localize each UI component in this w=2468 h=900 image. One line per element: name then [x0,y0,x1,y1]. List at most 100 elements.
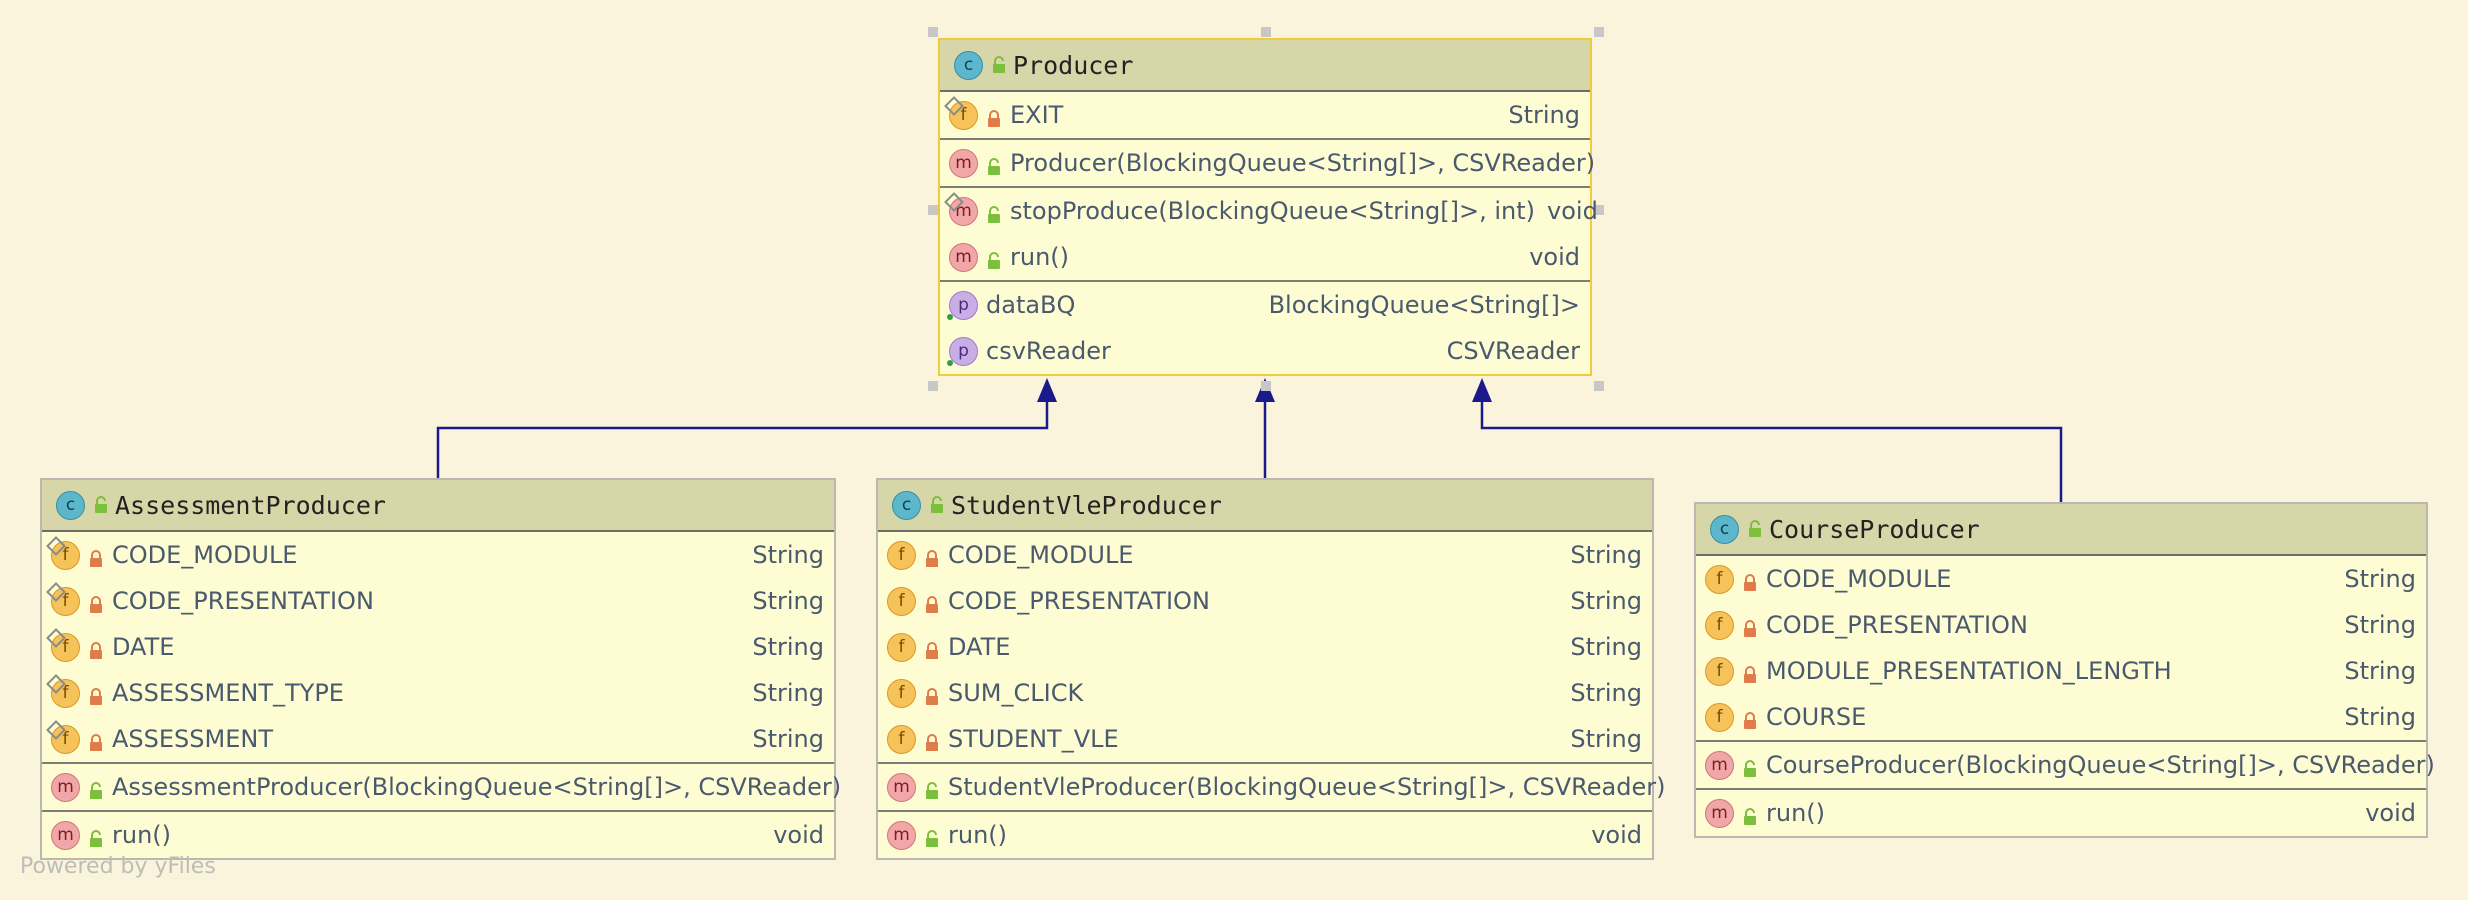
class-header[interactable]: c CourseProducer [1696,504,2426,556]
selection-handle[interactable] [1594,27,1604,37]
field-icon: f [887,586,916,616]
class-assessment-producer[interactable]: c AssessmentProducer f CODE_MODULE String f CO… [40,478,841,860]
selection-handle[interactable] [1261,27,1271,37]
member-name: CODE_MODULE [1766,565,1952,593]
member-name: COURSE [1766,703,1867,731]
member-row[interactable]: f CODE_PRESENTATION String [42,578,834,624]
public-unlock-icon [986,154,1002,175]
static-overlay-icon [46,719,66,740]
member-row[interactable]: m run() void [1696,790,2426,836]
selection-handle[interactable] [928,27,938,37]
member-row[interactable]: m Producer(BlockingQueue<String[]>, CSVRe… [940,140,1595,186]
member-row[interactable]: f CODE_PRESENTATION String [1696,602,2426,648]
member-row[interactable]: p csvReader CSVReader [940,328,1590,374]
member-name: run() [112,821,172,849]
field-icon: f [887,540,916,570]
class-producer[interactable]: c Producer f EXIT String m Producer(BlockingQu… [938,38,1598,376]
member-name: CODE_PRESENTATION [1766,611,2028,639]
private-lock-icon [88,730,104,751]
member-row[interactable]: f CODE_MODULE String [42,532,834,578]
member-name: ASSESSMENT_TYPE [112,679,344,707]
selection-handle[interactable] [1261,381,1271,391]
field-icon: f [1705,656,1734,686]
static-overlay-icon [46,535,66,556]
member-type: String [752,679,824,707]
public-unlock-icon [924,826,940,847]
member-type: void [1529,243,1580,271]
member-row[interactable]: f SUM_CLICK String [878,670,1652,716]
private-lock-icon [88,592,104,613]
edge-assessment-to-producer [436,400,1049,478]
class-course-producer[interactable]: c CourseProducer f CODE_MODULE String f CODE_P… [1694,502,2435,838]
private-lock-icon [924,592,940,613]
class-header[interactable]: c Producer [940,40,1590,92]
method-icon: m [1705,750,1734,780]
member-type: String [1508,101,1580,129]
methods-section: m run() void [878,812,1652,858]
member-row[interactable]: m run() void [878,812,1652,858]
member-row[interactable]: m run() void [42,812,834,858]
member-row[interactable]: f COURSE String [1696,694,2426,740]
class-header[interactable]: c StudentVleProducer [878,480,1652,532]
member-row[interactable]: f ASSESSMENT String [42,716,834,762]
public-unlock-icon [93,496,109,514]
fields-section: f CODE_MODULE String f CODE_PRESENTATION Stri… [878,532,1652,764]
constructors-section: m Producer(BlockingQueue<String[]>, CSVRe… [940,140,1595,188]
method-icon: m [949,148,978,178]
field-icon: f [1705,564,1734,594]
member-name: DATE [112,633,175,661]
watermark: Powered by yFiles [20,854,216,879]
class-name: Producer [1013,50,1134,80]
selection-handle[interactable] [1594,381,1604,391]
selection-handle[interactable] [928,381,938,391]
member-row[interactable]: m StudentVleProducer(BlockingQueue<String… [878,764,1665,810]
field-icon: f [887,632,916,662]
member-row[interactable]: m stopProduce(BlockingQueue<String[]>, in… [940,188,1598,234]
constructors-section: m AssessmentProducer(BlockingQueue<String… [42,764,841,812]
class-header[interactable]: c AssessmentProducer [42,480,834,532]
static-overlay-icon [944,95,964,116]
member-name: csvReader [986,337,1111,365]
member-row[interactable]: f CODE_MODULE String [1696,556,2426,602]
fields-section: f CODE_MODULE String f CODE_PRESENTATION Stri… [1696,556,2426,742]
member-row[interactable]: f EXIT String [940,92,1590,138]
member-row[interactable]: f CODE_MODULE String [878,532,1652,578]
member-name: CourseProducer(BlockingQueue<String[]>, … [1766,751,2435,779]
field-icon: f [887,678,916,708]
class-icon: c [892,490,921,520]
member-row[interactable]: m run() void [940,234,1590,280]
member-row[interactable]: m CourseProducer(BlockingQueue<String[]>,… [1696,742,2435,788]
private-lock-icon [924,638,940,659]
member-row[interactable]: f DATE String [878,624,1652,670]
member-type: String [1570,679,1642,707]
field-icon: f [46,673,80,708]
methods-section: m run() void [42,812,834,858]
method-icon: m [887,820,916,850]
methods-section: m stopProduce(BlockingQueue<String[]>, in… [940,188,1598,282]
method-icon: m [51,820,80,850]
constructors-section: m StudentVleProducer(BlockingQueue<String… [878,764,1665,812]
private-lock-icon [1742,570,1758,591]
field-icon: f [887,724,916,754]
member-type: String [752,725,824,753]
member-row[interactable]: f CODE_PRESENTATION String [878,578,1652,624]
class-name: StudentVleProducer [951,490,1222,520]
public-unlock-icon [88,826,104,847]
member-row[interactable]: f MODULE_PRESENTATION_LENGTH String [1696,648,2426,694]
static-overlay-icon [944,191,964,212]
member-name: run() [1766,799,1826,827]
member-type: void [2365,799,2416,827]
class-studentvle-producer[interactable]: c StudentVleProducer f CODE_MODULE String f CO… [876,478,1665,860]
member-row[interactable]: m AssessmentProducer(BlockingQueue<String… [42,764,841,810]
public-unlock-icon [929,496,945,514]
member-name: dataBQ [986,291,1076,319]
member-row[interactable]: f ASSESSMENT_TYPE String [42,670,834,716]
member-row[interactable]: p dataBQ BlockingQueue<String[]> [940,282,1590,328]
fields-section: f CODE_MODULE String f CODE_PRESENTATION Stri… [42,532,834,764]
member-row[interactable]: f STUDENT_VLE String [878,716,1652,762]
member-row[interactable]: f DATE String [42,624,834,670]
field-icon: f [46,581,80,616]
member-name: CODE_MODULE [948,541,1134,569]
selection-handle[interactable] [928,205,938,215]
field-icon: f [46,535,80,570]
